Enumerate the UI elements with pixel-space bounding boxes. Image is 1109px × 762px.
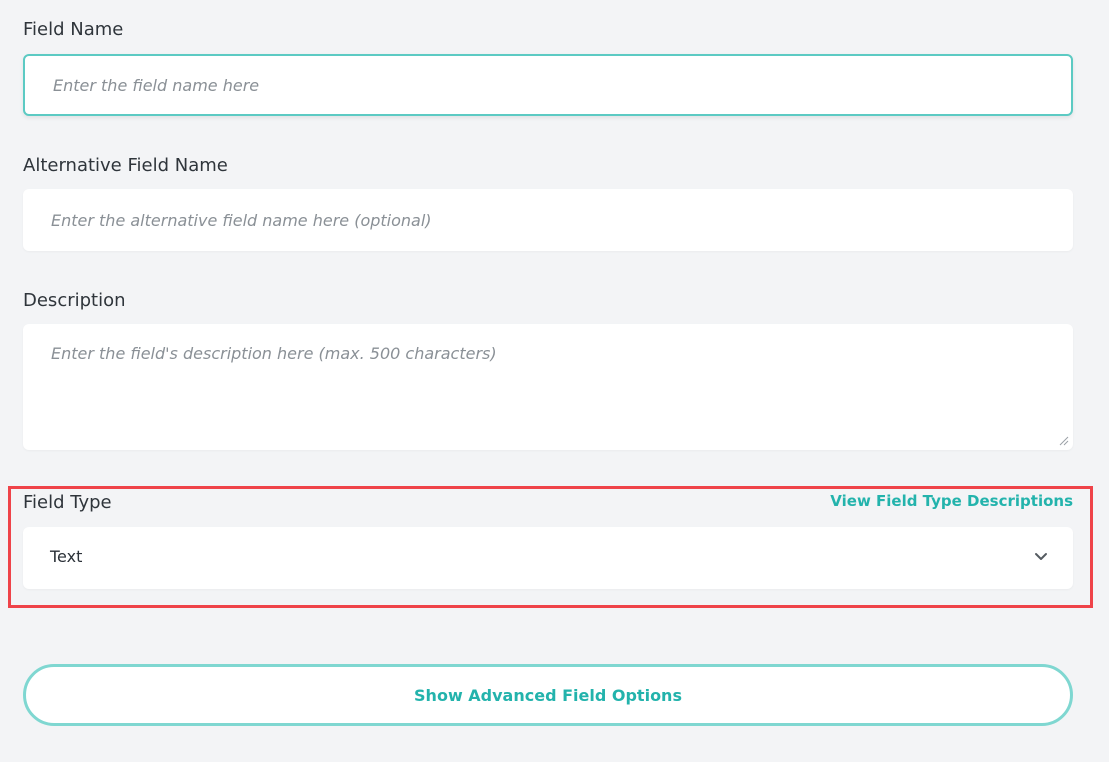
field-editor-form: Field Name Alternative Field Name Descri… [0,0,1109,762]
alternative-field-name-input-wrapper [23,189,1073,251]
field-type-select[interactable]: Text [23,527,1073,589]
description-label: Description [23,290,126,311]
chevron-down-icon [1035,553,1047,560]
field-type-label: Field Type [23,492,112,513]
description-textarea-wrapper [23,324,1073,450]
alternative-field-name-label: Alternative Field Name [23,155,228,176]
field-name-label: Field Name [23,19,124,40]
field-name-input-wrapper [23,54,1073,116]
alternative-field-name-input[interactable] [23,189,1073,251]
description-textarea[interactable] [23,324,1073,450]
field-type-selected-value: Text [50,547,83,566]
resize-grip-icon[interactable] [1059,436,1069,446]
view-field-type-descriptions-link[interactable]: View Field Type Descriptions [830,491,1073,511]
show-advanced-field-options-button[interactable]: Show Advanced Field Options [23,664,1073,726]
field-name-input[interactable] [25,56,1071,114]
